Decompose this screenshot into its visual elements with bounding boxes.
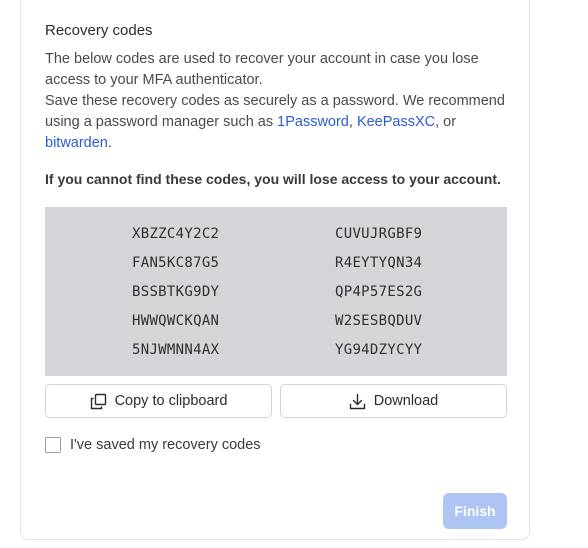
download-icon [349, 393, 366, 410]
saved-codes-checkbox[interactable] [45, 437, 61, 453]
recovery-code: YG94DZYCYY [335, 342, 423, 358]
section-title: Recovery codes [45, 22, 153, 39]
finish-button[interactable]: Finish [443, 493, 507, 529]
recovery-code: 5NJWMNN4AX [132, 342, 220, 358]
recovery-code: QP4P57ES2G [335, 284, 423, 300]
recovery-code: W2SESBQDUV [335, 313, 423, 329]
recovery-codes-box: XBZZC4Y2C2 FAN5KC87G5 BSSBTKG9DY HWWQWCK… [45, 207, 507, 376]
recovery-code: BSSBTKG9DY [132, 284, 220, 300]
warning-text: If you cannot find these codes, you will… [45, 171, 501, 187]
link-bitwarden[interactable]: bitwarden [45, 135, 108, 151]
recovery-code: HWWQWCKQAN [132, 313, 220, 329]
separator: , [348, 114, 357, 130]
copy-button-label: Copy to clipboard [114, 393, 228, 409]
recovery-code: R4EYTYQN34 [335, 255, 423, 271]
link-1password[interactable]: 1Password [277, 114, 349, 130]
copy-icon [90, 393, 107, 410]
saved-codes-checkbox-row[interactable]: I've saved my recovery codes [45, 437, 261, 453]
download-button-label: Download [373, 393, 439, 409]
description: The below codes are used to recover your… [45, 49, 515, 154]
description-line-1: The below codes are used to recover your… [45, 51, 479, 88]
download-button[interactable]: Download [280, 384, 507, 418]
recovery-code: CUVUJRGBF9 [335, 226, 423, 242]
recovery-code: XBZZC4Y2C2 [132, 226, 220, 242]
sentence-end: . [107, 135, 112, 151]
link-keepassxc[interactable]: KeePassXC [357, 114, 435, 130]
saved-codes-label: I've saved my recovery codes [70, 437, 261, 453]
recovery-code: FAN5KC87G5 [132, 255, 220, 271]
separator: , or [435, 114, 457, 130]
copy-to-clipboard-button[interactable]: Copy to clipboard [45, 384, 272, 418]
